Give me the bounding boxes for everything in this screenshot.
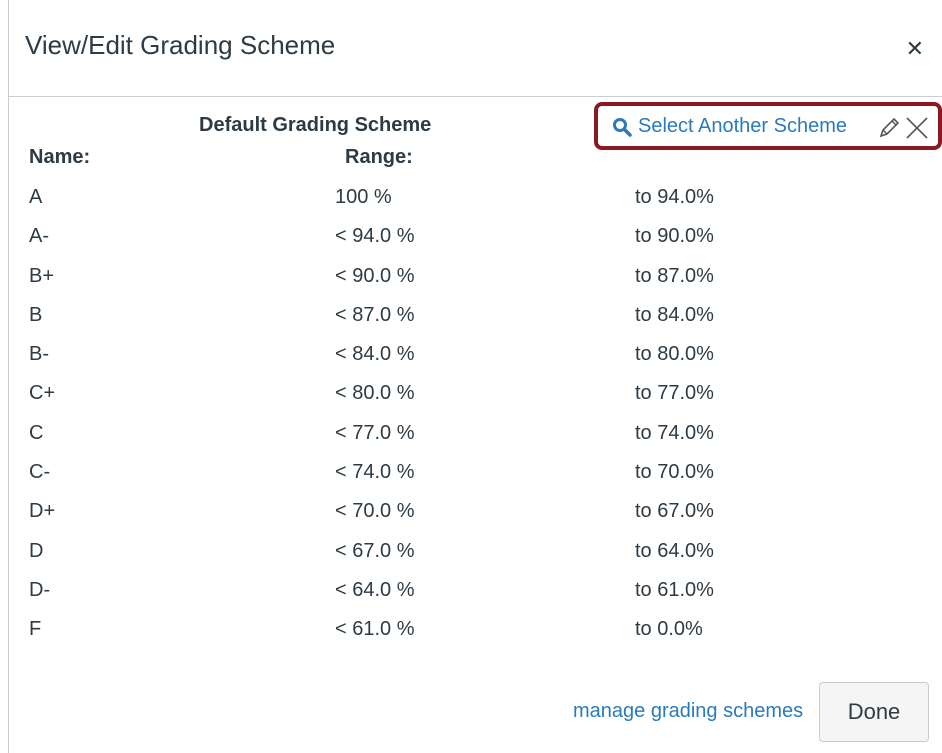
grade-name: A- <box>29 225 49 248</box>
grade-name: C+ <box>29 382 56 405</box>
grade-name: B+ <box>29 264 55 287</box>
grade-row: A 100 % to 94.0% <box>9 178 942 217</box>
grade-min: < 77.0 % <box>335 421 415 444</box>
grade-max: to 61.0% <box>635 578 714 601</box>
grade-row: B- < 84.0 % to 80.0% <box>9 335 942 374</box>
close-icon[interactable]: ✕ <box>906 38 924 60</box>
grade-max: to 90.0% <box>635 225 714 248</box>
grade-name: C <box>29 421 44 444</box>
done-button[interactable]: Done <box>819 682 929 742</box>
grade-min: < 94.0 % <box>335 225 415 248</box>
grade-name: D- <box>29 578 51 601</box>
grade-row: D < 67.0 % to 64.0% <box>9 532 942 571</box>
search-icon <box>613 117 632 137</box>
grade-row: C- < 74.0 % to 70.0% <box>9 453 942 492</box>
grade-max: to 84.0% <box>635 303 714 326</box>
select-another-scheme-label: Select Another Scheme <box>638 115 848 137</box>
grade-row: B < 87.0 % to 84.0% <box>9 296 942 335</box>
grade-min: < 67.0 % <box>335 539 415 562</box>
range-column-header: Range: <box>345 146 413 168</box>
grade-max: to 74.0% <box>635 421 714 444</box>
name-column-header: Name: <box>29 146 91 168</box>
pencil-icon[interactable] <box>876 115 902 141</box>
select-scheme-highlight: Select Another Scheme <box>594 102 942 150</box>
grade-max: to 77.0% <box>635 382 714 405</box>
grade-max: to 0.0% <box>635 618 703 641</box>
grade-max: to 87.0% <box>635 264 714 287</box>
grade-min: < 87.0 % <box>335 303 415 326</box>
grade-min: 100 % <box>335 186 392 208</box>
grade-max: to 94.0% <box>635 186 714 208</box>
grade-row: C < 77.0 % to 74.0% <box>9 414 942 453</box>
grade-min: < 84.0 % <box>335 343 415 366</box>
grade-name: F <box>29 618 42 641</box>
grading-scheme-dialog: View/Edit Grading Scheme ✕ Default Gradi… <box>8 0 942 753</box>
grade-row: A- < 94.0 % to 90.0% <box>9 217 942 256</box>
grade-row: D- < 64.0 % to 61.0% <box>9 571 942 610</box>
scheme-name: Default Grading Scheme <box>199 114 432 136</box>
dialog-titlebar: View/Edit Grading Scheme ✕ <box>9 0 942 97</box>
manage-grading-schemes-link[interactable]: manage grading schemes <box>573 700 803 723</box>
grade-row: F < 61.0 % to 0.0% <box>9 610 942 649</box>
grade-name: A <box>29 186 43 208</box>
grade-max: to 67.0% <box>635 500 714 523</box>
grade-row: C+ < 80.0 % to 77.0% <box>9 374 942 413</box>
grade-min: < 80.0 % <box>335 382 415 405</box>
grade-max: to 64.0% <box>635 539 714 562</box>
grade-name: B <box>29 303 43 326</box>
grade-row: D+ < 70.0 % to 67.0% <box>9 492 942 531</box>
grade-name: D <box>29 539 44 562</box>
remove-icon[interactable] <box>904 115 930 141</box>
grade-max: to 80.0% <box>635 343 714 366</box>
grade-min: < 61.0 % <box>335 618 415 641</box>
grade-min: < 90.0 % <box>335 264 415 287</box>
grade-min: < 64.0 % <box>335 578 415 601</box>
select-another-scheme-link[interactable]: Select Another Scheme <box>612 115 847 138</box>
grade-name: C- <box>29 461 51 484</box>
grade-min: < 74.0 % <box>335 461 415 484</box>
grade-rows: A 100 % to 94.0% A- < 94.0 % to 90.0% B+… <box>9 178 942 650</box>
dialog-title: View/Edit Grading Scheme <box>25 30 336 60</box>
grade-row: B+ < 90.0 % to 87.0% <box>9 257 942 296</box>
grade-max: to 70.0% <box>635 461 714 484</box>
grade-name: B- <box>29 343 49 366</box>
grade-min: < 70.0 % <box>335 500 415 523</box>
grade-name: D+ <box>29 500 56 523</box>
